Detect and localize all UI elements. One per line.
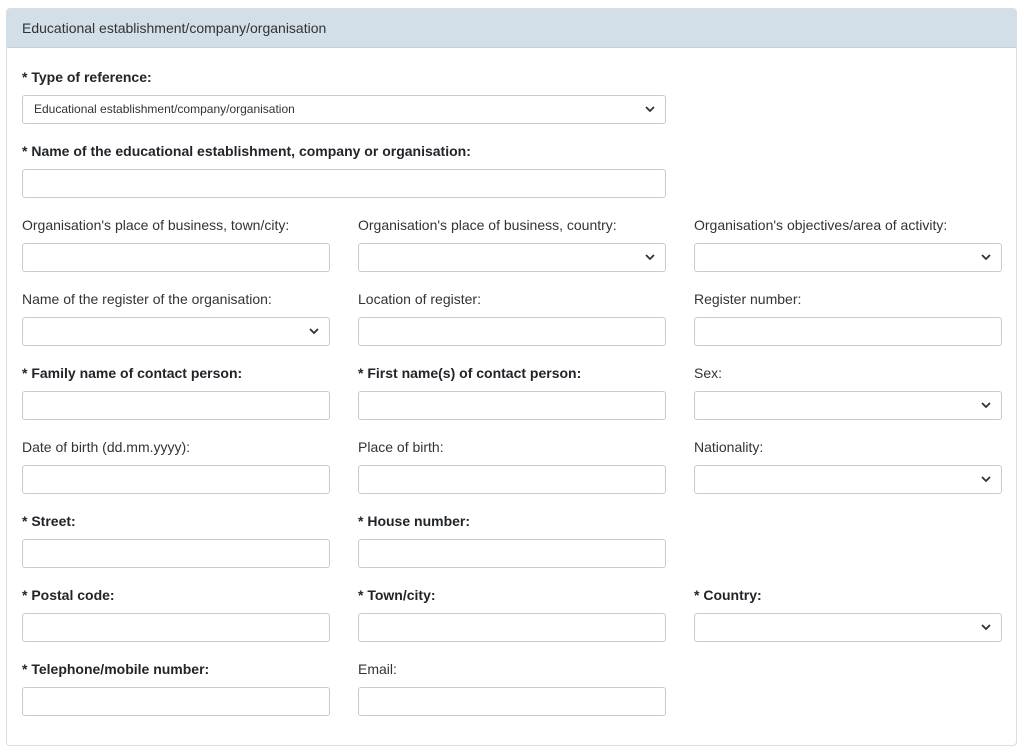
register-number-label: Register number:: [694, 291, 802, 307]
org-objectives-select[interactable]: [694, 243, 1002, 272]
street-label: * Street:: [22, 513, 76, 529]
org-country-label: Organisation's place of business, countr…: [358, 217, 617, 233]
postal-code-label: * Postal code:: [22, 587, 115, 603]
register-name-select[interactable]: [22, 317, 330, 346]
place-of-birth-label: Place of birth:: [358, 439, 444, 455]
dob-label: Date of birth (dd.mm.yyyy):: [22, 439, 191, 455]
register-number-input[interactable]: [694, 317, 1002, 346]
chevron-down-icon: [981, 624, 991, 631]
type-of-reference-select[interactable]: Educational establishment/company/organi…: [22, 95, 666, 124]
house-number-label: * House number:: [358, 513, 471, 529]
chevron-down-icon: [645, 254, 655, 261]
chevron-down-icon: [645, 106, 655, 113]
register-name-label: Name of the register of the organisation…: [22, 291, 272, 307]
nationality-label: Nationality:: [694, 439, 764, 455]
type-of-reference-label: * Type of reference:: [22, 69, 152, 85]
first-names-input[interactable]: [358, 391, 666, 420]
nationality-select[interactable]: [694, 465, 1002, 494]
org-town-input[interactable]: [22, 243, 330, 272]
type-of-reference-value: Educational establishment/company/organi…: [34, 102, 295, 116]
family-name-input[interactable]: [22, 391, 330, 420]
card-title: Educational establishment/company/organi…: [22, 20, 327, 36]
email-label: Email:: [358, 661, 397, 677]
telephone-input[interactable]: [22, 687, 330, 716]
org-name-label: * Name of the educational establishment,…: [22, 143, 471, 159]
town-input[interactable]: [358, 613, 666, 642]
card-header: Educational establishment/company/organi…: [7, 9, 1016, 48]
org-objectives-label: Organisation's objectives/area of activi…: [694, 217, 948, 233]
chevron-down-icon: [981, 476, 991, 483]
reference-card: Educational establishment/company/organi…: [6, 8, 1017, 746]
country-select[interactable]: [694, 613, 1002, 642]
country-label: * Country:: [694, 587, 762, 603]
family-name-label: * Family name of contact person:: [22, 365, 243, 381]
org-town-label: Organisation's place of business, town/c…: [22, 217, 290, 233]
org-country-select[interactable]: [358, 243, 666, 272]
town-label: * Town/city:: [358, 587, 436, 603]
email-input[interactable]: [358, 687, 666, 716]
chevron-down-icon: [981, 402, 991, 409]
chevron-down-icon: [309, 328, 319, 335]
sex-select[interactable]: [694, 391, 1002, 420]
house-number-input[interactable]: [358, 539, 666, 568]
street-input[interactable]: [22, 539, 330, 568]
postal-code-input[interactable]: [22, 613, 330, 642]
telephone-label: * Telephone/mobile number:: [22, 661, 210, 677]
org-name-input[interactable]: [22, 169, 666, 198]
sex-label: Sex:: [694, 365, 723, 381]
place-of-birth-input[interactable]: [358, 465, 666, 494]
dob-input[interactable]: [22, 465, 330, 494]
chevron-down-icon: [981, 254, 991, 261]
first-names-label: * First name(s) of contact person:: [358, 365, 582, 381]
register-location-label: Location of register:: [358, 291, 481, 307]
register-location-input[interactable]: [358, 317, 666, 346]
